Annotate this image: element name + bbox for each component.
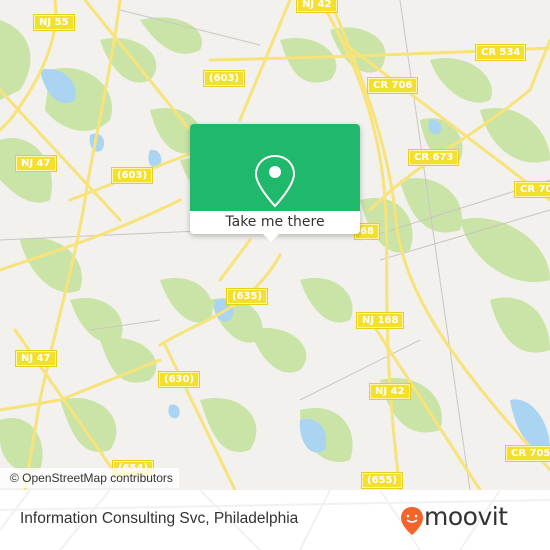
take-me-there-button[interactable]: Take me there xyxy=(190,211,360,234)
popup-tail xyxy=(262,233,280,242)
road-label-cr534: CR 534 xyxy=(476,45,526,60)
road-label-nj42: NJ 42 xyxy=(370,384,410,399)
forest-areas xyxy=(0,17,550,473)
road-label-cr706: CR 706 xyxy=(368,78,418,93)
road-label-630: (630) xyxy=(159,372,200,387)
road-label-635: (635) xyxy=(227,289,268,304)
place-title: Information Consulting Svc, Philadelphia xyxy=(20,510,299,527)
map[interactable]: NJ 55 NJ 42 (603) CR 534 CR 706 NJ 47 (6… xyxy=(0,0,550,490)
road-label-nj47: NJ 47 xyxy=(16,156,56,171)
road-label-603: (603) xyxy=(204,71,245,86)
road-label-nj168: NJ 168 xyxy=(357,313,404,328)
road-label-cr673: CR 673 xyxy=(409,150,459,165)
road-label-cr705: CR 705 xyxy=(506,446,550,461)
road-label-nj42: NJ 42 xyxy=(297,0,337,12)
moovit-wordmark: moovit xyxy=(424,502,508,531)
map-pin-icon xyxy=(254,154,296,208)
road-label-603: (603) xyxy=(112,168,153,183)
road-label-nj47: NJ 47 xyxy=(16,351,56,366)
footer: Information Consulting Svc, Philadelphia… xyxy=(0,490,550,550)
destination-popup[interactable]: Take me there xyxy=(190,124,360,234)
moovit-pin-icon xyxy=(401,507,423,535)
road-label-cr70: CR 70 xyxy=(515,182,550,197)
road-label-nj55: NJ 55 xyxy=(34,15,74,30)
map-canvas xyxy=(0,0,550,490)
moovit-logo[interactable]: moovit xyxy=(400,502,540,538)
popup-header xyxy=(190,124,360,211)
map-attribution[interactable]: © OpenStreetMap contributors xyxy=(0,468,179,488)
road-label-655: (655) xyxy=(362,473,403,488)
